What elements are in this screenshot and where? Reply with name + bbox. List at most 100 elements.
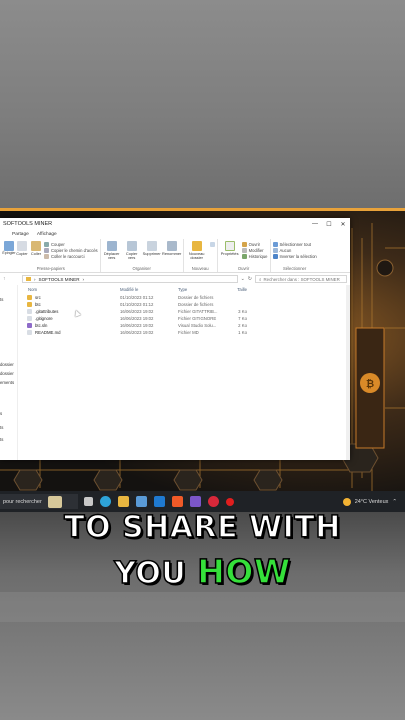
- weather-text[interactable]: 24°C Venteux: [355, 499, 389, 505]
- tab-partage[interactable]: Partage: [12, 232, 29, 237]
- file-date: 01/10/2023 01:12: [120, 295, 154, 300]
- edge-icon[interactable]: [100, 496, 111, 507]
- blurred-background-top: [0, 0, 405, 208]
- nav-item[interactable]: dossier: [0, 371, 14, 376]
- search-input[interactable]: ⌕ Rechercher dans : SOFTOOLS MINER: [255, 275, 347, 283]
- nav-item[interactable]: ts: [0, 425, 3, 430]
- properties-button[interactable]: Propriétés: [220, 241, 240, 265]
- edit-button[interactable]: Modifier: [241, 248, 268, 253]
- record-icon[interactable]: [226, 497, 234, 506]
- file-name: btc: [35, 302, 41, 307]
- caption-word-how: HOW: [196, 551, 291, 592]
- ribbon-tabs: Partage Affichage: [0, 230, 350, 239]
- desktop-screen: ₿ SOFTOOLS MINER — ☐ ✕ Partage Affichage…: [0, 208, 405, 512]
- new-folder-button[interactable]: Nouveau dossier: [186, 241, 208, 265]
- file-date: 16/06/2023 19:02: [120, 330, 154, 335]
- file-size: 3 Ko: [238, 309, 247, 314]
- move-to-button[interactable]: Déplacer vers: [103, 241, 121, 265]
- scrollbar[interactable]: [346, 285, 350, 460]
- taskbar-search[interactable]: pour rechercher: [0, 494, 78, 509]
- paste-shortcut-button[interactable]: Coller le raccourci: [44, 254, 98, 259]
- clipboard-group-label: Presse-papiers: [36, 266, 65, 271]
- chevron-down-icon[interactable]: ⌄: [241, 276, 245, 282]
- organize-group-label: Organiser: [132, 266, 151, 271]
- file-size: 2 Ko: [238, 323, 247, 328]
- file-date: 01/10/2023 01:12: [120, 302, 154, 307]
- file-name-cell: src: [18, 295, 120, 300]
- new-item-icon: [209, 242, 215, 247]
- copy-to-button[interactable]: Copier vers: [123, 241, 141, 265]
- nav-item[interactable]: s: [0, 411, 2, 416]
- mail-icon[interactable]: [154, 496, 165, 507]
- address-bar: ↑ › SOFTOOLS MINER › ⌄ ↻ ⌕ Rechercher da…: [0, 273, 350, 285]
- task-view-icon[interactable]: [84, 497, 93, 506]
- file-row[interactable]: .gitignore 16/06/2023 19:02 Fichier GITIGN…: [18, 315, 350, 322]
- file-size: 1 Ko: [238, 330, 247, 335]
- opera-icon[interactable]: [208, 496, 219, 507]
- file-type: Dossier de fichiers: [178, 295, 214, 300]
- up-arrow-icon[interactable]: ↑: [3, 276, 6, 282]
- open-group: Propriétés Ouvrir Modifier Historique Ou…: [218, 239, 271, 272]
- select-group: Sélectionner tout Aucun Inverser la séle…: [271, 239, 319, 272]
- copy-button[interactable]: Copier: [16, 241, 28, 265]
- nav-item[interactable]: ts: [0, 297, 3, 302]
- open-button[interactable]: Ouvrir: [241, 242, 268, 247]
- file-icon: [27, 316, 32, 321]
- file-name: README.md: [35, 330, 61, 335]
- store-icon[interactable]: [136, 496, 147, 507]
- file-list: Nom Modifié le Type Taille src 01/10/2023…: [18, 285, 350, 460]
- history-button[interactable]: Historique: [241, 254, 268, 259]
- file-date: 16/06/2023 19:02: [120, 323, 154, 328]
- column-headers: Nom Modifié le Type Taille: [18, 285, 350, 294]
- paste-button[interactable]: Coller: [30, 241, 42, 265]
- tab-affichage[interactable]: Affichage: [37, 232, 57, 237]
- minimize-button[interactable]: —: [308, 221, 322, 227]
- nav-arrows[interactable]: ↑: [3, 276, 19, 282]
- nav-item[interactable]: ts: [0, 437, 3, 442]
- copy-path-button[interactable]: Copier le chemin d'accès: [44, 248, 98, 253]
- system-tray: 24°C Venteux ⌃: [342, 497, 405, 506]
- column-type[interactable]: Type: [178, 287, 225, 292]
- file-row[interactable]: src 01/10/2023 01:12 Dossier de fichiers: [18, 294, 350, 301]
- copy-to-icon: [126, 241, 137, 251]
- file-row[interactable]: btc 01/10/2023 01:12 Dossier de fichiers: [18, 301, 350, 308]
- column-size[interactable]: Taille: [225, 287, 247, 292]
- column-date[interactable]: Modifié le: [120, 287, 178, 292]
- app-icon[interactable]: [190, 496, 201, 507]
- nav-item[interactable]: dossier: [0, 362, 14, 367]
- file-row[interactable]: btc.sln 16/06/2023 19:02 Visual Studio Sol…: [18, 322, 350, 329]
- copy-path-icon: [44, 248, 49, 253]
- file-row[interactable]: .gitattributes 16/06/2023 19:02 Fichier GI…: [18, 308, 350, 315]
- rename-icon: [166, 241, 177, 251]
- nav-item[interactable]: ements: [0, 380, 14, 385]
- folder-icon: [27, 295, 32, 300]
- delete-button[interactable]: Supprimer: [143, 241, 161, 265]
- cut-button[interactable]: Couper: [44, 242, 98, 247]
- rename-button[interactable]: Renommer: [162, 241, 181, 265]
- select-all-button[interactable]: Sélectionner tout: [272, 242, 317, 247]
- column-name[interactable]: Nom: [18, 287, 120, 292]
- address-path[interactable]: › SOFTOOLS MINER ›: [22, 275, 238, 283]
- chevron-up-icon[interactable]: ⌃: [392, 499, 397, 505]
- copy-icon: [17, 241, 27, 251]
- close-button[interactable]: ✕: [336, 221, 350, 228]
- open-icon: [241, 242, 247, 247]
- file-name-cell: .gitattributes: [18, 309, 120, 314]
- new-folder-icon: [191, 241, 202, 251]
- clipboard-group: Épingler Copier Coller Couper Copier le …: [2, 239, 101, 272]
- search-icon: ⌕: [259, 276, 262, 282]
- organize-group: Déplacer vers Copier vers Supprimer Reno…: [101, 239, 184, 272]
- file-size: 7 Ko: [238, 316, 247, 321]
- brave-icon[interactable]: [172, 496, 183, 507]
- refresh-icon[interactable]: ↻: [248, 276, 252, 282]
- file-name-cell: README.md: [18, 330, 120, 335]
- pin-button[interactable]: Épingler: [2, 241, 16, 265]
- invert-selection-button[interactable]: Inverser la sélection: [272, 254, 317, 259]
- chevron-right-icon: ›: [82, 276, 85, 282]
- file-explorer-icon[interactable]: [118, 496, 129, 507]
- file-row[interactable]: README.md 16/06/2023 19:02 Fichier MD 1 Ko: [18, 329, 350, 336]
- maximize-button[interactable]: ☐: [322, 221, 336, 228]
- select-none-button[interactable]: Aucun: [272, 248, 317, 253]
- paste-icon: [31, 241, 41, 251]
- file-name: src: [35, 295, 41, 300]
